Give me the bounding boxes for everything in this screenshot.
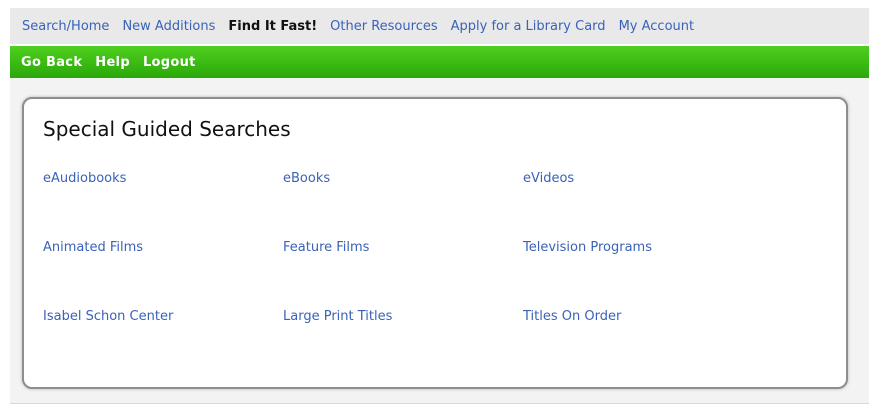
page: Search/Home New Additions Find It Fast! … [0,0,869,405]
nav-find-it-fast[interactable]: Find It Fast! [228,19,317,34]
guided-searches-panel: Special Guided Searches eAudiobooks eBoo… [22,97,848,389]
link-evideos[interactable]: eVideos [523,171,763,240]
guided-search-links: eAudiobooks eBooks eVideos Animated Film… [43,171,803,378]
link-titles-on-order[interactable]: Titles On Order [523,309,763,378]
link-isabel-schon-center[interactable]: Isabel Schon Center [43,309,283,378]
link-row: eAudiobooks eBooks eVideos [43,171,803,240]
nav-my-account[interactable]: My Account [619,19,695,34]
link-television-programs[interactable]: Television Programs [523,240,763,309]
nav-new-additions[interactable]: New Additions [122,19,215,34]
go-back-link[interactable]: Go Back [21,55,82,70]
content-area: Special Guided Searches eAudiobooks eBoo… [10,78,869,404]
top-navigation: Search/Home New Additions Find It Fast! … [10,8,869,44]
link-row: Animated Films Feature Films Television … [43,240,803,309]
help-link[interactable]: Help [95,55,130,70]
panel-title: Special Guided Searches [43,117,291,141]
link-feature-films[interactable]: Feature Films [283,240,523,309]
nav-search-home[interactable]: Search/Home [22,19,109,34]
action-bar: Go Back Help Logout [10,46,869,78]
nav-apply-library-card[interactable]: Apply for a Library Card [451,19,606,34]
link-ebooks[interactable]: eBooks [283,171,523,240]
nav-other-resources[interactable]: Other Resources [330,19,437,34]
logout-link[interactable]: Logout [143,55,196,70]
link-eaudiobooks[interactable]: eAudiobooks [43,171,283,240]
link-row: Isabel Schon Center Large Print Titles T… [43,309,803,378]
link-large-print-titles[interactable]: Large Print Titles [283,309,523,378]
link-animated-films[interactable]: Animated Films [43,240,283,309]
